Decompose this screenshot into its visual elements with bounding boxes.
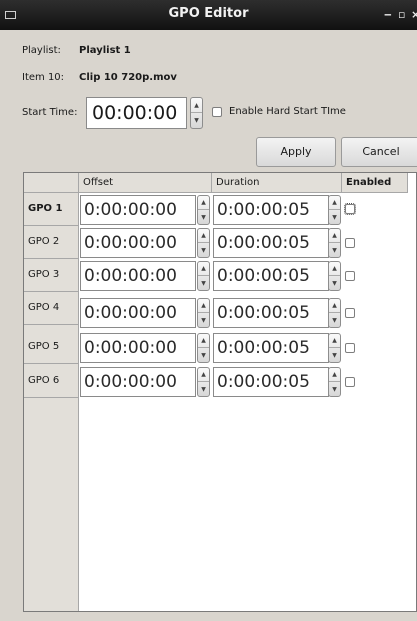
- duration-spinner[interactable]: ▲ ▼: [328, 195, 341, 225]
- item-value: Clip 10 720p.mov: [79, 72, 177, 83]
- spin-up-icon[interactable]: ▲: [191, 98, 202, 113]
- column-header-offset[interactable]: Offset: [79, 173, 212, 193]
- spin-down-icon[interactable]: ▼: [329, 243, 340, 257]
- start-time-input[interactable]: 00:00:00: [86, 97, 187, 129]
- apply-button[interactable]: Apply: [256, 137, 336, 167]
- offset-spinner[interactable]: ▲ ▼: [197, 228, 210, 258]
- spin-up-icon[interactable]: ▲: [329, 299, 340, 313]
- row-header-gpo-6[interactable]: GPO 6: [24, 365, 79, 398]
- row-header-gpo-1[interactable]: GPO 1: [24, 193, 79, 226]
- playlist-label: Playlist:: [22, 45, 61, 56]
- spin-down-icon[interactable]: ▼: [198, 348, 209, 362]
- offset-input[interactable]: 0:00:00:00: [80, 298, 196, 328]
- enabled-checkbox[interactable]: [345, 343, 355, 353]
- duration-input[interactable]: 0:00:00:05: [213, 195, 329, 225]
- enabled-checkbox[interactable]: [344, 203, 356, 215]
- spin-up-icon[interactable]: ▲: [198, 368, 209, 382]
- offset-input[interactable]: 0:00:00:00: [80, 261, 196, 291]
- item-label: Item 10:: [22, 72, 65, 83]
- duration-input[interactable]: 0:00:00:05: [213, 261, 329, 291]
- offset-spinner[interactable]: ▲ ▼: [197, 195, 210, 225]
- duration-input[interactable]: 0:00:00:05: [213, 298, 329, 328]
- spin-up-icon[interactable]: ▲: [198, 196, 209, 210]
- spin-down-icon[interactable]: ▼: [198, 313, 209, 327]
- row-header-gpo-5[interactable]: GPO 5: [24, 331, 79, 364]
- column-header-enabled[interactable]: Enabled: [342, 173, 408, 193]
- spin-down-icon[interactable]: ▼: [329, 348, 340, 362]
- duration-spinner[interactable]: ▲ ▼: [328, 261, 341, 291]
- spin-down-icon[interactable]: ▼: [191, 113, 202, 128]
- spin-up-icon[interactable]: ▲: [329, 334, 340, 348]
- enabled-checkbox[interactable]: [345, 238, 355, 248]
- offset-spinner[interactable]: ▲ ▼: [197, 333, 210, 363]
- spin-up-icon[interactable]: ▲: [198, 334, 209, 348]
- spin-down-icon[interactable]: ▼: [198, 243, 209, 257]
- duration-spinner[interactable]: ▲ ▼: [328, 298, 341, 328]
- duration-spinner[interactable]: ▲ ▼: [328, 367, 341, 397]
- offset-spinner[interactable]: ▲ ▼: [197, 298, 210, 328]
- close-button[interactable]: ×: [411, 8, 417, 21]
- window-title: GPO Editor: [168, 6, 249, 21]
- spin-up-icon[interactable]: ▲: [329, 262, 340, 276]
- spin-up-icon[interactable]: ▲: [198, 262, 209, 276]
- duration-input[interactable]: 0:00:00:05: [213, 228, 329, 258]
- playlist-value: Playlist 1: [79, 45, 131, 56]
- spin-up-icon[interactable]: ▲: [329, 229, 340, 243]
- offset-input[interactable]: 0:00:00:00: [80, 367, 196, 397]
- spin-down-icon[interactable]: ▼: [198, 382, 209, 396]
- row-header-gpo-3[interactable]: GPO 3: [24, 259, 79, 292]
- duration-input[interactable]: 0:00:00:05: [213, 333, 329, 363]
- maximize-button[interactable]: ▫: [398, 8, 405, 21]
- table-corner: [24, 173, 79, 193]
- start-time-label: Start Time:: [22, 107, 78, 118]
- spin-down-icon[interactable]: ▼: [329, 313, 340, 327]
- enabled-checkbox[interactable]: [345, 377, 355, 387]
- duration-input[interactable]: 0:00:00:05: [213, 367, 329, 397]
- enabled-checkbox[interactable]: [345, 271, 355, 281]
- offset-input[interactable]: 0:00:00:00: [80, 333, 196, 363]
- minimize-button[interactable]: ‒: [384, 8, 392, 21]
- offset-spinner[interactable]: ▲ ▼: [197, 367, 210, 397]
- duration-spinner[interactable]: ▲ ▼: [328, 228, 341, 258]
- hard-start-label: Enable Hard Start TIme: [229, 106, 346, 117]
- spin-up-icon[interactable]: ▲: [329, 196, 340, 210]
- duration-spinner[interactable]: ▲ ▼: [328, 333, 341, 363]
- spin-up-icon[interactable]: ▲: [198, 229, 209, 243]
- spin-down-icon[interactable]: ▼: [329, 210, 340, 224]
- start-time-spinner[interactable]: ▲ ▼: [190, 97, 203, 129]
- cancel-button[interactable]: Cancel: [341, 137, 417, 167]
- spin-down-icon[interactable]: ▼: [198, 210, 209, 224]
- offset-input[interactable]: 0:00:00:00: [80, 195, 196, 225]
- enabled-checkbox[interactable]: [345, 308, 355, 318]
- column-header-duration[interactable]: Duration: [212, 173, 342, 193]
- row-header-gpo-4[interactable]: GPO 4: [24, 292, 79, 325]
- offset-input[interactable]: 0:00:00:00: [80, 228, 196, 258]
- spin-down-icon[interactable]: ▼: [329, 382, 340, 396]
- spin-up-icon[interactable]: ▲: [198, 299, 209, 313]
- offset-spinner[interactable]: ▲ ▼: [197, 261, 210, 291]
- row-header-gpo-2[interactable]: GPO 2: [24, 226, 79, 259]
- hard-start-checkbox[interactable]: [212, 107, 222, 117]
- title-bar[interactable]: GPO Editor ‒ ▫ ×: [0, 0, 417, 30]
- spin-up-icon[interactable]: ▲: [329, 368, 340, 382]
- spin-down-icon[interactable]: ▼: [329, 276, 340, 290]
- spin-down-icon[interactable]: ▼: [198, 276, 209, 290]
